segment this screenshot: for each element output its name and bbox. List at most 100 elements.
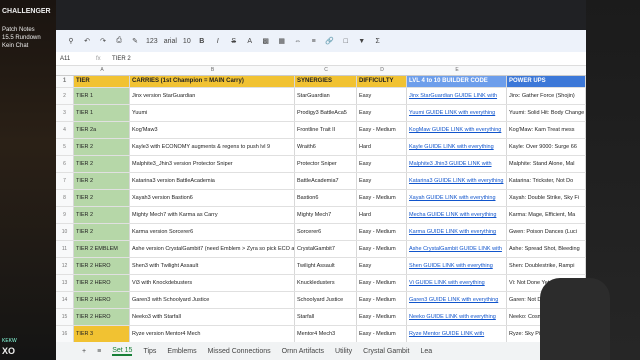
row-number[interactable]: 10 (56, 224, 74, 240)
row-number[interactable]: 5 (56, 139, 74, 155)
carries-cell[interactable]: Neeko3 with Starfall (130, 309, 295, 325)
tier-cell[interactable]: TIER 2a (74, 122, 130, 138)
redo-icon[interactable]: ↷ (98, 37, 108, 45)
add-sheet-icon[interactable]: + (82, 348, 86, 355)
fill-color-icon[interactable]: ▩ (261, 37, 271, 45)
merge-icon[interactable]: ⇔ (293, 38, 303, 45)
tab-missed-connections[interactable]: Missed Connections (208, 348, 271, 355)
row-number[interactable]: 1 (56, 76, 74, 87)
header-builder-code[interactable]: LVL 4 to 10 BUILDER CODE (407, 76, 507, 87)
power-ups-cell[interactable]: Malphite: Stand Alone, Mal (507, 156, 586, 172)
power-ups-cell[interactable]: Jinx: Gather Force (Shojin) (507, 88, 586, 104)
carries-cell[interactable]: Xayah3 version Bastion6 (130, 190, 295, 206)
synergies-cell[interactable]: Wraith6 (295, 139, 357, 155)
builder-code-cell[interactable]: Shen GUIDE LINK with everything (407, 258, 507, 274)
row-number[interactable]: 8 (56, 190, 74, 206)
difficulty-cell[interactable]: Easy (357, 156, 407, 172)
synergies-cell[interactable]: Sorcerer6 (295, 224, 357, 240)
carries-cell[interactable]: Yuumi (130, 105, 295, 121)
row-number[interactable]: 2 (56, 88, 74, 104)
tier-cell[interactable]: TIER 2 (74, 224, 130, 240)
tier-cell[interactable]: TIER 2 HERO (74, 292, 130, 308)
borders-icon[interactable]: ▦ (277, 37, 287, 45)
carries-cell[interactable]: Kog'Maw3 (130, 122, 295, 138)
tab-lea[interactable]: Lea (420, 348, 432, 355)
tier-cell[interactable]: TIER 2 (74, 190, 130, 206)
carries-cell[interactable]: Karma version Sorcerer6 (130, 224, 295, 240)
builder-code-cell[interactable]: Katarina3 GUIDE LINK with everything (407, 173, 507, 189)
synergies-cell[interactable]: Twilight Assault (295, 258, 357, 274)
power-ups-cell[interactable]: Kog'Maw: Kam Treat mess (507, 122, 586, 138)
row-number[interactable]: 14 (56, 292, 74, 308)
carries-cell[interactable]: Ryze version Mentor4 Mech (130, 326, 295, 342)
column-header-c[interactable]: C (295, 67, 357, 73)
header-carries[interactable]: CARRIES (1st Champion = MAIN Carry) (130, 76, 295, 87)
row-number[interactable]: 3 (56, 105, 74, 121)
synergies-cell[interactable]: Mighty Mech7 (295, 207, 357, 223)
tier-cell[interactable]: TIER 2 HERO (74, 258, 130, 274)
synergies-cell[interactable]: Frontline Trait II (295, 122, 357, 138)
difficulty-cell[interactable]: Easy - Medium (357, 326, 407, 342)
column-header-e[interactable]: E (407, 67, 507, 73)
row-number[interactable]: 9 (56, 207, 74, 223)
tier-cell[interactable]: TIER 2 EMBLEM (74, 241, 130, 257)
comment-icon[interactable]: □ (341, 38, 351, 45)
difficulty-cell[interactable]: Hard (357, 139, 407, 155)
builder-code-cell[interactable]: Xayah GUIDE LINK with everything (407, 190, 507, 206)
carries-cell[interactable]: Shen3 with Twilight Assault (130, 258, 295, 274)
difficulty-cell[interactable]: Hard (357, 207, 407, 223)
text-color-button[interactable]: A (245, 38, 255, 45)
power-ups-cell[interactable]: Gwen: Poison Dances (Luci (507, 224, 586, 240)
row-number[interactable]: 13 (56, 275, 74, 291)
tab-crystal-gambit[interactable]: Crystal Gambit (363, 348, 409, 355)
all-sheets-icon[interactable]: ≡ (97, 348, 101, 355)
difficulty-cell[interactable]: Easy (357, 173, 407, 189)
row-number[interactable]: 6 (56, 156, 74, 172)
carries-cell[interactable]: Ashe version CrystalGambit7 (need Emblem… (130, 241, 295, 257)
header-power-ups[interactable]: POWER UPS (507, 76, 586, 87)
tier-cell[interactable]: TIER 2 (74, 156, 130, 172)
tier-cell[interactable]: TIER 3 (74, 326, 130, 342)
power-ups-cell[interactable]: Katarina: Trickster, Not Do (507, 173, 586, 189)
synergies-cell[interactable]: BattleAcademia7 (295, 173, 357, 189)
builder-code-cell[interactable]: Yuumi GUIDE LINK with everything (407, 105, 507, 121)
tier-cell[interactable]: TIER 1 (74, 105, 130, 121)
synergies-cell[interactable]: Prodigy3 BattleAca5 (295, 105, 357, 121)
synergies-cell[interactable]: Starfall (295, 309, 357, 325)
italic-button[interactable]: I (213, 38, 223, 45)
tab-utility[interactable]: Utility (335, 348, 352, 355)
font-select[interactable]: arial (164, 38, 177, 45)
search-icon[interactable]: ⚲ (66, 37, 76, 45)
header-synergies[interactable]: SYNERGIES (295, 76, 357, 87)
column-header-a[interactable]: A (74, 67, 130, 73)
row-number[interactable]: 11 (56, 241, 74, 257)
carries-cell[interactable]: Vi3 with Knockdebusters (130, 275, 295, 291)
difficulty-cell[interactable]: Easy - Medium (357, 241, 407, 257)
difficulty-cell[interactable]: Easy - Medium (357, 309, 407, 325)
carries-cell[interactable]: Malphite3_Jhin3 version Protector Sniper (130, 156, 295, 172)
power-ups-cell[interactable]: Xayah: Double Strike, Sky Fi (507, 190, 586, 206)
synergies-cell[interactable]: Bastion6 (295, 190, 357, 206)
difficulty-cell[interactable]: Easy (357, 105, 407, 121)
carries-cell[interactable]: Garen3 with Schoolyard Justice (130, 292, 295, 308)
formula-input[interactable]: TIER 2 (112, 56, 131, 62)
synergies-cell[interactable]: Schoolyard Justice (295, 292, 357, 308)
bold-button[interactable]: B (197, 38, 207, 45)
column-header-b[interactable]: B (130, 67, 295, 73)
tab-tips[interactable]: Tips (143, 348, 156, 355)
difficulty-cell[interactable]: Easy - Medium (357, 122, 407, 138)
carries-cell[interactable]: Jinx version StarGuardian (130, 88, 295, 104)
difficulty-cell[interactable]: Easy (357, 258, 407, 274)
power-ups-cell[interactable]: Yuumi: Solid Hit: Body Change (507, 105, 586, 121)
power-ups-cell[interactable]: Ashe: Spread Shot, Bleeding (507, 241, 586, 257)
builder-code-cell[interactable]: Karma GUIDE LINK with everything (407, 224, 507, 240)
tier-cell[interactable]: TIER 1 (74, 88, 130, 104)
tab-ornn-artifacts[interactable]: Ornn Artifacts (282, 348, 324, 355)
link-icon[interactable]: 🔗 (325, 37, 335, 45)
column-header-d[interactable]: D (357, 67, 407, 73)
synergies-cell[interactable]: Mentor4 Mech3 (295, 326, 357, 342)
header-tier[interactable]: TIER (74, 76, 130, 87)
tab-emblems[interactable]: Emblems (167, 348, 196, 355)
power-ups-cell[interactable]: Kayle: Over 9000: Surge 66 (507, 139, 586, 155)
filter-icon[interactable]: ▼ (357, 38, 367, 45)
